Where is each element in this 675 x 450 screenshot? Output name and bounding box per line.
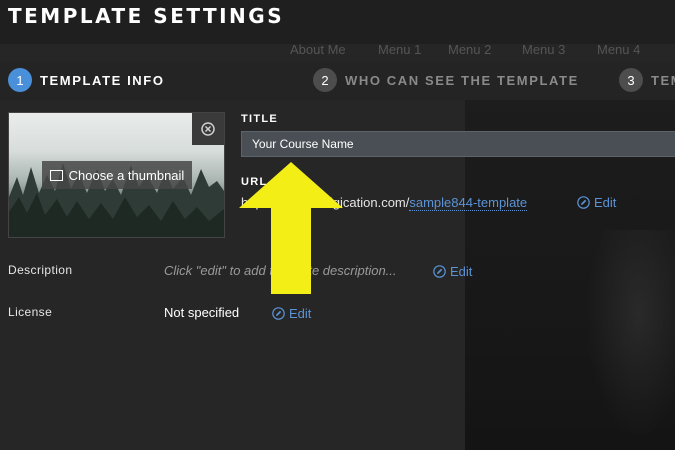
edit-license-button[interactable]: Edit — [272, 306, 311, 321]
tab-template-info[interactable]: 1 TEMPLATE INFO — [8, 68, 165, 92]
bg-nav-item: Menu 4 — [597, 42, 641, 57]
bg-nav-item: Menu 3 — [522, 42, 566, 57]
tab-who-can-see[interactable]: 2 WHO CAN SEE THE TEMPLATE — [313, 68, 579, 92]
pencil-circle-icon — [577, 196, 590, 209]
pencil-circle-icon — [272, 307, 285, 320]
description-label: Description — [8, 263, 73, 277]
image-icon — [49, 169, 63, 181]
bg-nav-item: Menu 1 — [378, 42, 422, 57]
tab-step-3[interactable]: 3 TEM — [619, 68, 675, 92]
choose-thumbnail-label: Choose a thumbnail — [68, 167, 185, 183]
step-number: 2 — [313, 68, 337, 92]
edit-label: Edit — [594, 195, 617, 210]
license-value: Not specified — [164, 305, 240, 320]
background-site-nav: About Me Menu 1 Menu 2 Menu 3 Menu 4 — [285, 38, 675, 60]
edit-label: Edit — [450, 264, 473, 279]
step-label: WHO CAN SEE THE TEMPLATE — [345, 72, 579, 88]
title-input[interactable] — [241, 131, 675, 157]
pencil-circle-icon — [433, 265, 446, 278]
license-label: License — [8, 305, 53, 319]
step-tabs: 1 TEMPLATE INFO 2 WHO CAN SEE THE TEMPLA… — [0, 62, 675, 100]
title-label: TITLE — [241, 113, 279, 125]
bg-nav-item: About Me — [290, 42, 346, 57]
edit-url-button[interactable]: Edit — [577, 195, 616, 210]
step-number: 1 — [8, 68, 32, 92]
bg-nav-item: Menu 2 — [448, 42, 492, 57]
edit-label: Edit — [289, 306, 312, 321]
page-title: TEMPLATE SETTINGS — [8, 4, 285, 28]
remove-thumbnail-button[interactable] — [192, 113, 224, 145]
thumbnail-preview[interactable]: Choose a thumbnail — [8, 112, 225, 238]
url-slug[interactable]: sample844-template — [409, 195, 528, 211]
highlight-arrow-icon — [239, 162, 343, 294]
choose-thumbnail-button[interactable]: Choose a thumbnail — [42, 161, 192, 189]
step-label: TEMPLATE INFO — [40, 72, 165, 88]
close-circle-icon — [201, 122, 215, 136]
step-number: 3 — [619, 68, 643, 92]
step-label: TEM — [651, 72, 675, 88]
background-image — [585, 230, 675, 440]
edit-description-button[interactable]: Edit — [433, 264, 472, 279]
